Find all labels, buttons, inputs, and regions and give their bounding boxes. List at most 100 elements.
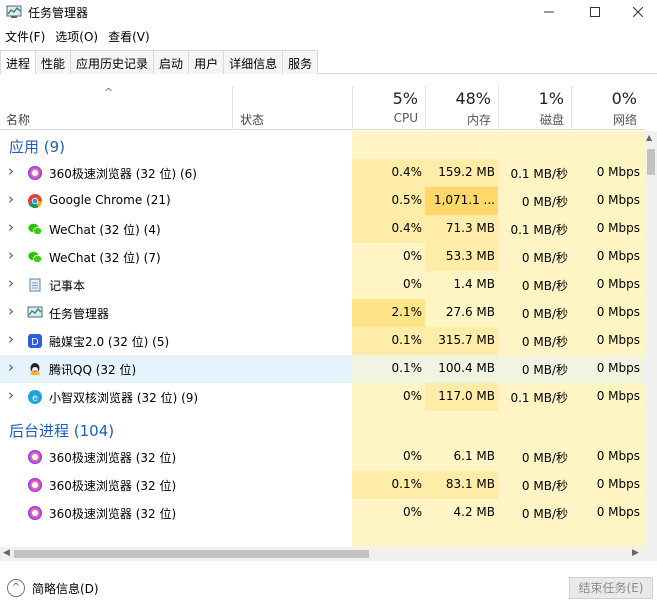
minimize-icon: [544, 11, 554, 13]
column-disk[interactable]: 1% 磁盘: [498, 86, 570, 130]
process-name: 腾讯QQ (32 位): [49, 363, 137, 377]
mem-value: 4.2 MB: [453, 505, 495, 519]
cpu-value: 0.5%: [391, 193, 423, 207]
expand-chevron-icon[interactable]: ›: [8, 274, 14, 292]
table-row[interactable]: › 记事本 0% 1.4 MB 0 MB/秒 0 Mbps: [0, 271, 645, 299]
tab-startup[interactable]: 启动: [154, 50, 190, 74]
disk-value: 0 MB/秒: [521, 335, 568, 349]
net-value: 0 Mbps: [596, 449, 640, 463]
disk-value: 0 MB/秒: [521, 279, 568, 293]
360-browser-icon: [28, 166, 42, 180]
expand-chevron-icon[interactable]: ›: [8, 358, 14, 376]
close-button[interactable]: [615, 0, 657, 24]
process-name: 360极速浏览器 (32 位): [49, 451, 177, 465]
xiaozhi-browser-icon: e: [28, 390, 42, 404]
brief-info-link[interactable]: 简略信息(D): [32, 580, 99, 597]
cpu-value: 0.4%: [391, 221, 423, 235]
maximize-button[interactable]: [572, 0, 618, 24]
net-value: 0 Mbps: [596, 389, 640, 403]
disk-value: 0 MB/秒: [521, 479, 568, 493]
table-row[interactable]: › WeChat (32 位) (4) 0.4% 71.3 MB 0.1 MB/秒 0 M…: [0, 215, 645, 243]
tab-processes[interactable]: 进程: [0, 50, 37, 75]
group-apps[interactable]: 应用 (9): [0, 131, 645, 159]
disk-value: 0 MB/秒: [521, 251, 568, 265]
mem-value: 83.1 MB: [445, 477, 495, 491]
process-list: 应用 (9) › 360极速浏览器 (32 位) (6) 0.4% 159.2 MB 0.…: [0, 131, 645, 547]
column-memory[interactable]: 48% 内存: [425, 86, 497, 130]
tab-performance[interactable]: 性能: [36, 50, 72, 74]
column-cpu[interactable]: 5% CPU: [352, 86, 424, 130]
network-total: 0%: [611, 89, 637, 108]
column-name[interactable]: 名称: [6, 111, 30, 128]
table-row[interactable]: › 360极速浏览器 (32 位) (6) 0.4% 159.2 MB 0.1 MB/秒…: [0, 159, 645, 187]
group-background[interactable]: 后台进程 (104): [0, 415, 645, 443]
vertical-scrollbar[interactable]: ▲: [645, 131, 657, 547]
expand-chevron-icon[interactable]: ›: [8, 330, 14, 348]
tab-app-history[interactable]: 应用历史记录: [71, 50, 155, 74]
expand-chevron-icon[interactable]: ›: [8, 302, 14, 320]
tab-details[interactable]: 详细信息: [224, 50, 284, 74]
process-name: 360极速浏览器 (32 位) (6): [49, 167, 197, 181]
menu-view[interactable]: 查看(V): [103, 26, 155, 46]
table-row[interactable]: › 任务管理器 2.1% 27.6 MB 0 MB/秒 0 Mbps: [0, 299, 645, 327]
tab-users[interactable]: 用户: [189, 50, 225, 74]
table-row[interactable]: 360极速浏览器 (32 位) 0% 4.2 MB 0 MB/秒 0 Mbps: [0, 499, 645, 527]
table-row[interactable]: › 腾讯QQ (32 位) 0.1% 100.4 MB 0 MB/秒 0 Mbps: [0, 355, 645, 383]
mem-value: 315.7 MB: [438, 333, 495, 347]
table-row[interactable]: › D 融媒宝2.0 (32 位) (5) 0.1% 315.7 MB 0 MB/秒 0 M…: [0, 327, 645, 355]
cpu-value: 0.1%: [391, 361, 423, 375]
svg-text:e: e: [32, 393, 38, 404]
end-task-button[interactable]: 结束任务(E): [569, 577, 653, 599]
column-divider[interactable]: [232, 86, 233, 130]
table-row[interactable]: 360极速浏览器 (32 位) 0% 6.1 MB 0 MB/秒 0 Mbps: [0, 443, 645, 471]
disk-total: 1%: [538, 89, 564, 108]
footer: ^ 简略信息(D) 结束任务(E): [0, 564, 657, 604]
title-bar: 任务管理器: [0, 0, 657, 24]
table-row[interactable]: › Google Chrome (21) 0.5% 1,071.1 ... 0 MB/秒…: [0, 187, 645, 215]
column-status[interactable]: 状态: [240, 111, 264, 128]
tab-bar: 进程 性能 应用历史记录 启动 用户 详细信息 服务: [0, 50, 657, 75]
cpu-value: 0.1%: [391, 477, 423, 491]
tab-services[interactable]: 服务: [283, 50, 319, 74]
process-name: WeChat (32 位) (4): [49, 223, 161, 237]
scroll-up-icon[interactable]: ▲: [646, 133, 652, 142]
expand-chevron-icon[interactable]: ›: [8, 190, 14, 208]
expand-chevron-icon[interactable]: ›: [8, 162, 14, 180]
expand-chevron-icon[interactable]: ›: [8, 386, 14, 404]
scroll-right-icon[interactable]: ▶: [632, 548, 639, 558]
process-name: 任务管理器: [49, 307, 110, 321]
horizontal-scrollbar[interactable]: ◀ ▶: [0, 547, 645, 561]
disk-label: 磁盘: [539, 113, 564, 127]
expand-chevron-icon[interactable]: ›: [8, 218, 14, 236]
column-network[interactable]: 0% 网络: [571, 86, 643, 130]
vertical-scroll-thumb[interactable]: [647, 149, 655, 175]
net-value: 0 Mbps: [596, 193, 640, 207]
disk-value: 0 MB/秒: [521, 451, 568, 465]
mem-value: 1.4 MB: [453, 277, 495, 291]
horizontal-scroll-thumb[interactable]: [14, 550, 369, 558]
cpu-value: 0.4%: [391, 165, 423, 179]
collapse-icon[interactable]: ^: [7, 579, 25, 597]
column-header: ^ 名称 状态 5% CPU 48% 内存 1% 磁盘 0% 网络: [0, 86, 645, 130]
net-value: 0 Mbps: [596, 249, 640, 263]
scroll-left-icon[interactable]: ◀: [3, 548, 10, 558]
table-row[interactable]: › WeChat (32 位) (7) 0% 53.3 MB 0 MB/秒 0 Mbps: [0, 243, 645, 271]
net-value: 0 Mbps: [596, 333, 640, 347]
qq-icon: [30, 363, 40, 376]
minimize-button[interactable]: [526, 0, 572, 24]
disk-value: 0.1 MB/秒: [510, 167, 568, 181]
network-label: 网络: [612, 113, 637, 127]
task-manager-icon: [27, 306, 43, 318]
process-name: 记事本: [49, 279, 86, 293]
chrome-icon: [28, 194, 43, 209]
cpu-value: 0%: [402, 505, 422, 519]
process-name: WeChat (32 位) (7): [49, 251, 161, 265]
menu-options[interactable]: 选项(O): [50, 26, 103, 46]
rongmeibao-icon: D: [28, 334, 42, 348]
table-row[interactable]: 360极速浏览器 (32 位) 0.1% 83.1 MB 0 MB/秒 0 Mbps: [0, 471, 645, 499]
menu-file[interactable]: 文件(F): [0, 26, 50, 46]
expand-chevron-icon[interactable]: ›: [8, 246, 14, 264]
cpu-value: 0%: [402, 449, 422, 463]
process-name: 融媒宝2.0 (32 位) (5): [49, 335, 170, 349]
table-row[interactable]: › e 小智双核浏览器 (32 位) (9) 0% 117.0 MB 0.1 MB/秒 0 …: [0, 383, 645, 411]
